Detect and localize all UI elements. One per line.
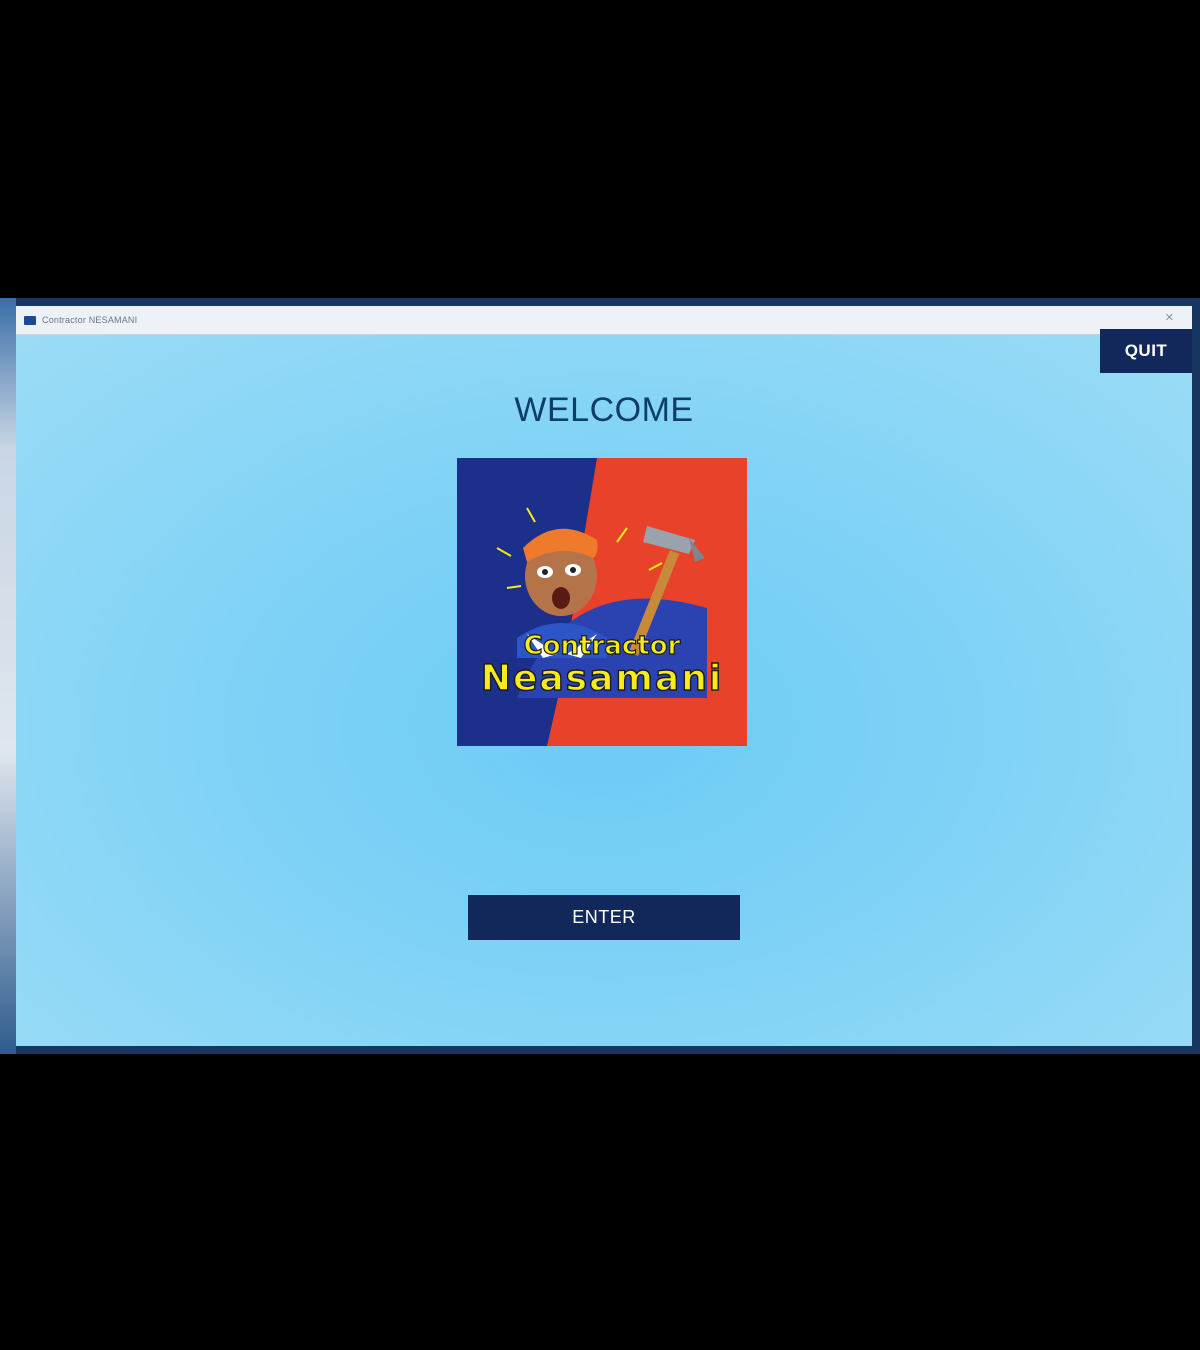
app-window: Contractor NESAMANI ✕ QUIT WELCOME Contr…: [16, 306, 1192, 1046]
window-title: Contractor NESAMANI: [42, 315, 138, 325]
background-desktop-edge: [0, 298, 16, 1054]
logo-line2: Neasamani: [481, 658, 723, 699]
welcome-heading: WELCOME: [514, 391, 694, 429]
window-titlebar[interactable]: Contractor NESAMANI ✕: [16, 306, 1192, 335]
app-icon: [24, 315, 36, 325]
monitor-screen: Contractor NESAMANI ✕ QUIT WELCOME Contr…: [0, 298, 1200, 1054]
welcome-canvas: QUIT WELCOME Contractor Neasamani ENTER: [16, 329, 1192, 1046]
photo-frame: Contractor NESAMANI ✕ QUIT WELCOME Contr…: [0, 0, 1200, 1350]
contractor-neasamani-logo: Contractor Neasamani: [457, 458, 747, 746]
logo-line1: Contractor: [524, 631, 681, 661]
enter-button[interactable]: ENTER: [468, 895, 740, 940]
close-icon[interactable]: ✕: [1165, 311, 1174, 324]
quit-button[interactable]: QUIT: [1100, 329, 1192, 373]
